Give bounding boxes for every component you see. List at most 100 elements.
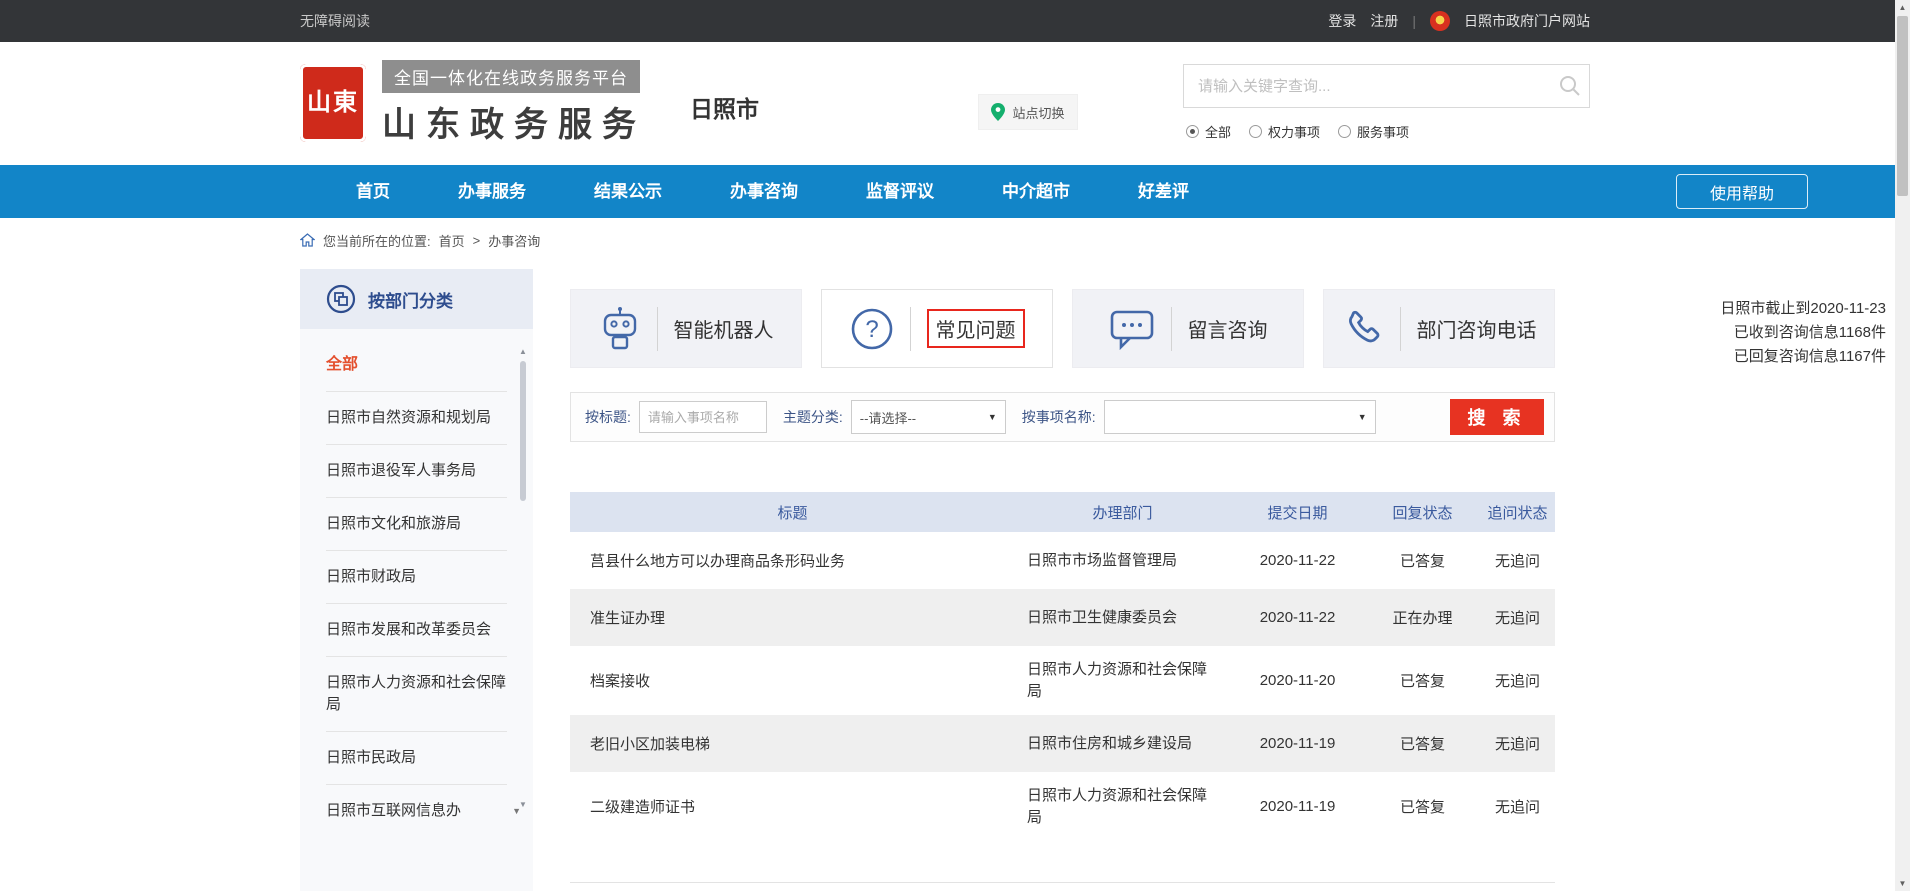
row-followup-status: 无追问 xyxy=(1480,646,1555,715)
breadcrumb: 您当前所在的位置: 首页 > 办事咨询 xyxy=(0,218,1910,262)
row-department: 日照市卫生健康委员会 xyxy=(1015,589,1230,646)
nav-item-services[interactable]: 办事服务 xyxy=(424,165,560,218)
title-filter-input[interactable] xyxy=(639,401,767,433)
row-title[interactable]: 档案接收 xyxy=(570,646,1015,715)
consult-statistics: 日照市截止到2020-11-23 已收到咨询信息1168件 已回复咨询信息116… xyxy=(1720,297,1886,369)
city-portal-link[interactable]: 日照市政府门户网站 xyxy=(1464,11,1590,31)
col-department: 办理部门 xyxy=(1015,492,1230,532)
scroll-down-icon[interactable]: ▼ xyxy=(518,800,528,809)
row-followup-status: 无追问 xyxy=(1480,772,1555,841)
item-name-select[interactable]: ▼ xyxy=(1104,400,1376,434)
department-item-all[interactable]: 全部 xyxy=(326,339,507,392)
scope-power-items[interactable]: 权力事项 xyxy=(1249,122,1320,141)
nav-item-consult[interactable]: 办事咨询 xyxy=(696,165,832,218)
table-row[interactable]: 准生证办理 日照市卫生健康委员会 2020-11-22 正在办理 无追问 xyxy=(570,589,1555,646)
nav-item-results[interactable]: 结果公示 xyxy=(560,165,696,218)
tab-faq[interactable]: ? 常见问题 xyxy=(821,289,1053,368)
row-followup-status: 无追问 xyxy=(1480,589,1555,646)
row-reply-status: 已答复 xyxy=(1365,715,1480,772)
scope-service-items[interactable]: 服务事项 xyxy=(1338,122,1409,141)
department-item[interactable]: 日照市自然资源和规划局 xyxy=(326,392,507,445)
nav-item-rating[interactable]: 好差评 xyxy=(1104,165,1223,218)
topic-select[interactable]: --请选择-- ▼ xyxy=(851,400,1006,434)
table-row[interactable]: 老旧小区加装电梯 日照市住房和城乡建设局 2020-11-19 已答复 无追问 xyxy=(570,715,1555,772)
table-header-row: 标题 办理部门 提交日期 回复状态 追问状态 xyxy=(570,492,1555,532)
department-item[interactable]: 日照市人力资源和社会保障局 xyxy=(326,657,507,732)
keyword-search-input[interactable] xyxy=(1184,78,1551,95)
table-footer-divider xyxy=(570,841,1555,883)
account-links: 登录 注册 | ★ 日照市政府门户网站 xyxy=(1328,11,1590,31)
sidebar-scroll-thumb[interactable] xyxy=(520,361,526,501)
department-item[interactable]: 日照市民政局 xyxy=(326,732,507,785)
row-title[interactable]: 二级建造师证书 xyxy=(570,772,1015,841)
scope-all[interactable]: 全部 xyxy=(1186,122,1231,141)
breadcrumb-home[interactable]: 首页 xyxy=(439,231,465,250)
row-department: 日照市住房和城乡建设局 xyxy=(1015,715,1230,772)
row-date: 2020-11-22 xyxy=(1230,589,1365,646)
nav-item-intermediary[interactable]: 中介超市 xyxy=(968,165,1104,218)
register-link[interactable]: 注册 xyxy=(1370,11,1398,31)
scroll-up-icon[interactable]: ▲ xyxy=(518,347,528,356)
table-body: 莒县什么地方可以办理商品条形码业务 日照市市场监督管理局 2020-11-22 … xyxy=(570,532,1555,841)
row-title[interactable]: 老旧小区加装电梯 xyxy=(570,715,1015,772)
row-department: 日照市市场监督管理局 xyxy=(1015,532,1230,589)
card-divider xyxy=(910,307,911,351)
platform-tagline: 全国一体化在线政务服务平台 xyxy=(382,60,640,93)
sidebar-scrollbar[interactable]: ▲ ▼ xyxy=(518,347,528,809)
table-row[interactable]: 莒县什么地方可以办理商品条形码业务 日照市市场监督管理局 2020-11-22 … xyxy=(570,532,1555,589)
filter-search-button[interactable]: 搜 索 xyxy=(1450,399,1544,435)
tab-message-consult[interactable]: 留言咨询 xyxy=(1072,289,1304,368)
question-icon: ? xyxy=(850,307,894,351)
title-filter-label: 按标题: xyxy=(585,407,631,427)
page-scrollbar[interactable]: ▲ ▼ xyxy=(1895,0,1910,891)
nav-item-home[interactable]: 首页 xyxy=(322,165,424,218)
message-icon xyxy=(1109,308,1155,350)
row-followup-status: 无追问 xyxy=(1480,715,1555,772)
table-row[interactable]: 二级建造师证书 日照市人力资源和社会保障局 2020-11-19 已答复 无追问 xyxy=(570,772,1555,841)
radio-icon[interactable] xyxy=(1338,125,1351,138)
row-followup-status: 无追问 xyxy=(1480,532,1555,589)
tab-faq-label: 常见问题 xyxy=(927,309,1025,348)
robot-icon xyxy=(599,306,641,352)
scroll-down-icon[interactable]: ▼ xyxy=(1895,879,1910,888)
help-button[interactable]: 使用帮助 xyxy=(1676,174,1808,209)
department-list: 全部 日照市自然资源和规划局 日照市退役军人事务局 日照市文化和旅游局 日照市财… xyxy=(300,329,533,837)
site-switch-button[interactable]: 站点切换 xyxy=(978,94,1078,130)
row-department: 日照市人力资源和社会保障局 xyxy=(1015,646,1230,715)
department-item[interactable]: 日照市互联网信息办 ▼ xyxy=(326,785,507,837)
search-icon[interactable] xyxy=(1551,75,1589,97)
sidebar-header: 按部门分类 xyxy=(300,269,533,329)
consult-channel-cards: 智能机器人 ? 常见问题 留言咨询 xyxy=(570,289,1555,368)
row-title[interactable]: 准生证办理 xyxy=(570,589,1015,646)
tab-department-phone[interactable]: 部门咨询电话 xyxy=(1323,289,1555,368)
consult-table: 标题 办理部门 提交日期 回复状态 追问状态 莒县什么地方可以办理商品条形码业务… xyxy=(570,492,1555,883)
department-item[interactable]: 日照市文化和旅游局 xyxy=(326,498,507,551)
home-icon xyxy=(300,233,315,247)
breadcrumb-current: 办事咨询 xyxy=(488,231,540,250)
department-item[interactable]: 日照市退役军人事务局 xyxy=(326,445,507,498)
row-title[interactable]: 莒县什么地方可以办理商品条形码业务 xyxy=(570,532,1015,589)
scope-all-label: 全部 xyxy=(1205,122,1231,141)
accessibility-link[interactable]: 无障碍阅读 xyxy=(300,11,370,31)
tab-department-phone-label: 部门咨询电话 xyxy=(1417,314,1537,343)
site-name: 山东政务服务 xyxy=(382,97,646,146)
divider: | xyxy=(1412,13,1416,29)
table-row[interactable]: 档案接收 日照市人力资源和社会保障局 2020-11-20 已答复 无追问 xyxy=(570,646,1555,715)
radio-icon[interactable] xyxy=(1249,125,1262,138)
tab-smart-robot[interactable]: 智能机器人 xyxy=(570,289,802,368)
card-divider xyxy=(1400,307,1401,351)
main-nav: 首页 办事服务 结果公示 办事咨询 监督评议 中介超市 好差评 使用帮助 xyxy=(0,165,1910,218)
row-date: 2020-11-19 xyxy=(1230,715,1365,772)
stats-line-received: 已收到咨询信息1168件 xyxy=(1720,321,1886,345)
site-header: 山東 全国一体化在线政务服务平台 山东政务服务 日照市 站点切换 全部 权力事项 xyxy=(0,42,1910,165)
seal-text: 山東 xyxy=(307,90,359,116)
scroll-up-icon[interactable]: ▲ xyxy=(1895,3,1910,12)
page-scroll-thumb[interactable] xyxy=(1897,16,1908,196)
main-content: 智能机器人 ? 常见问题 留言咨询 xyxy=(570,289,1555,883)
radio-selected-icon[interactable] xyxy=(1186,125,1199,138)
login-link[interactable]: 登录 xyxy=(1328,11,1356,31)
department-item[interactable]: 日照市财政局 xyxy=(326,551,507,604)
department-item[interactable]: 日照市发展和改革委员会 xyxy=(326,604,507,657)
nav-item-supervision[interactable]: 监督评议 xyxy=(832,165,968,218)
nav-items: 首页 办事服务 结果公示 办事咨询 监督评议 中介超市 好差评 xyxy=(322,165,1223,218)
